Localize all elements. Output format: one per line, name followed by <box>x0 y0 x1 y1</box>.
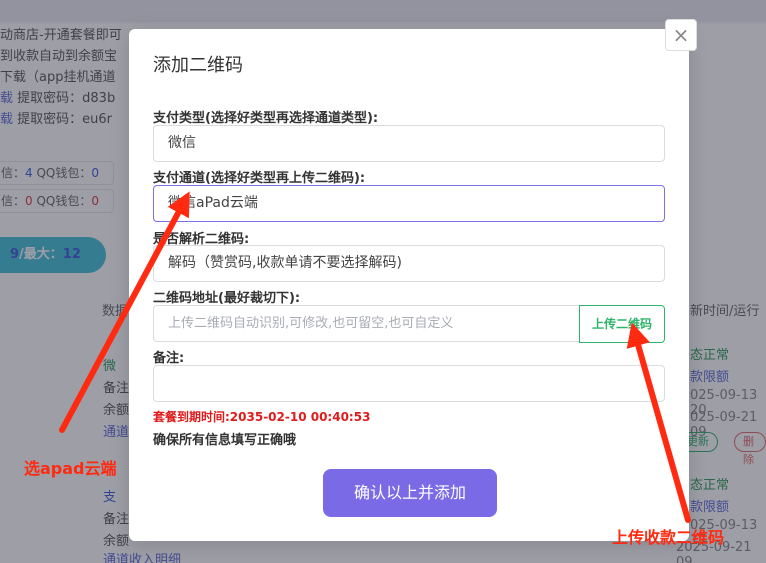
pay-type-select[interactable]: 微信 <box>153 125 665 162</box>
remark-label: 备注: <box>153 351 185 366</box>
expire-time: 套餐到期时间:2035-02-10 00:40:53 <box>153 410 371 424</box>
channel-select[interactable]: 微信aPad云端 <box>153 185 665 222</box>
upload-qrcode-button[interactable]: 上传二维码 <box>579 305 665 343</box>
dialog-title: 添加二维码 <box>153 55 243 76</box>
close-button[interactable]: × <box>665 19 697 51</box>
qr-address-label: 二维码地址(最好裁切下): <box>153 291 301 306</box>
remark-input[interactable] <box>153 365 665 402</box>
parse-select[interactable]: 解码（赞赏码,收款单请不要选择解码) <box>153 245 665 282</box>
form-hint: 确保所有信息填写正确哦 <box>153 433 297 448</box>
pay-type-label: 支付类型(选择好类型再选择通道类型): <box>153 111 379 126</box>
confirm-add-button[interactable]: 确认以上并添加 <box>323 469 497 517</box>
channel-label: 支付通道(选择好类型再上传二维码): <box>153 171 366 186</box>
qr-address-input[interactable]: 上传二维码自动识别,可修改,也可留空,也可自定义 <box>153 305 581 342</box>
add-qrcode-dialog: 添加二维码 支付类型(选择好类型再选择通道类型): 微信 支付通道(选择好类型再… <box>129 29 689 541</box>
